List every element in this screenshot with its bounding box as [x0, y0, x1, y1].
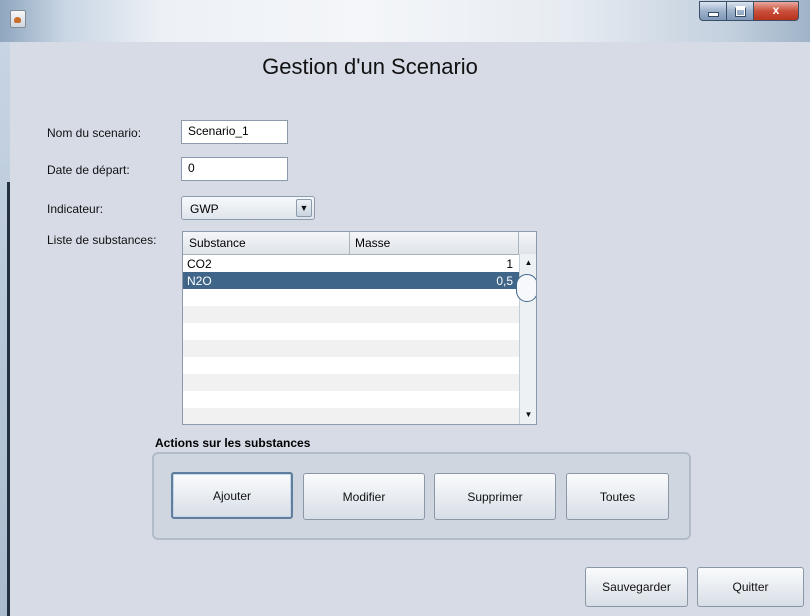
table-scrollbar[interactable]: ▲ ▼: [516, 254, 536, 424]
substances-list-label: Liste de substances:: [47, 233, 157, 247]
actions-group-title: Actions sur les substances: [155, 436, 311, 450]
indicator-label: Indicateur:: [47, 202, 104, 216]
start-date-input[interactable]: 0: [181, 157, 288, 181]
minimize-button[interactable]: [699, 1, 726, 21]
cell-masse: 0,5: [496, 274, 513, 288]
scenario-name-label: Nom du scenario:: [47, 126, 142, 140]
scroll-up-arrow-icon[interactable]: ▲: [522, 256, 535, 270]
substances-table[interactable]: Substance Masse CO2 1 N2O 0,5 ▲ ▼: [182, 231, 537, 425]
table-row[interactable]: CO2 1: [183, 255, 519, 272]
empty-row: [183, 306, 519, 323]
cell-masse: 1: [506, 257, 513, 271]
table-header: Substance Masse: [183, 232, 536, 255]
maximize-button[interactable]: [726, 1, 753, 21]
add-substance-button[interactable]: Ajouter: [171, 472, 293, 519]
empty-row: [183, 289, 519, 306]
column-header-substance[interactable]: Substance: [189, 236, 246, 250]
title-bar[interactable]: x: [0, 0, 810, 42]
page-title: Gestion d'un Scenario: [262, 54, 478, 79]
column-divider[interactable]: [349, 232, 350, 254]
close-button[interactable]: x: [753, 1, 799, 21]
scenario-name-input[interactable]: Scenario_1: [181, 120, 288, 144]
window-left-border: [0, 42, 10, 616]
modify-substance-button[interactable]: Modifier: [303, 473, 425, 520]
table-row-selected[interactable]: N2O 0,5: [183, 272, 519, 289]
indicator-selected-value: GWP: [190, 202, 219, 216]
save-button[interactable]: Sauvegarder: [585, 567, 688, 607]
empty-row: [183, 391, 519, 408]
scrollbar-thumb[interactable]: [516, 274, 536, 302]
empty-row: [183, 357, 519, 374]
empty-row: [183, 340, 519, 357]
quit-button[interactable]: Quitter: [697, 567, 804, 607]
minimize-icon: [707, 12, 719, 17]
all-substances-button[interactable]: Toutes: [566, 473, 669, 520]
chevron-down-icon[interactable]: ▼: [296, 199, 312, 217]
empty-row: [183, 408, 519, 424]
cell-substance: N2O: [187, 274, 212, 288]
cell-substance: CO2: [187, 257, 212, 271]
close-icon: x: [772, 3, 780, 17]
java-app-icon: [10, 10, 26, 28]
start-date-label: Date de départ:: [47, 163, 130, 177]
column-divider: [518, 232, 519, 254]
maximize-icon: [734, 6, 746, 17]
indicator-select[interactable]: GWP ▼: [181, 196, 315, 220]
delete-substance-button[interactable]: Supprimer: [434, 473, 556, 520]
scroll-down-arrow-icon[interactable]: ▼: [522, 408, 535, 422]
empty-row: [183, 374, 519, 391]
empty-row: [183, 323, 519, 340]
main-window: x Gestion d'un Scenario Nom du scenario:…: [0, 0, 810, 616]
column-header-masse[interactable]: Masse: [355, 236, 390, 250]
